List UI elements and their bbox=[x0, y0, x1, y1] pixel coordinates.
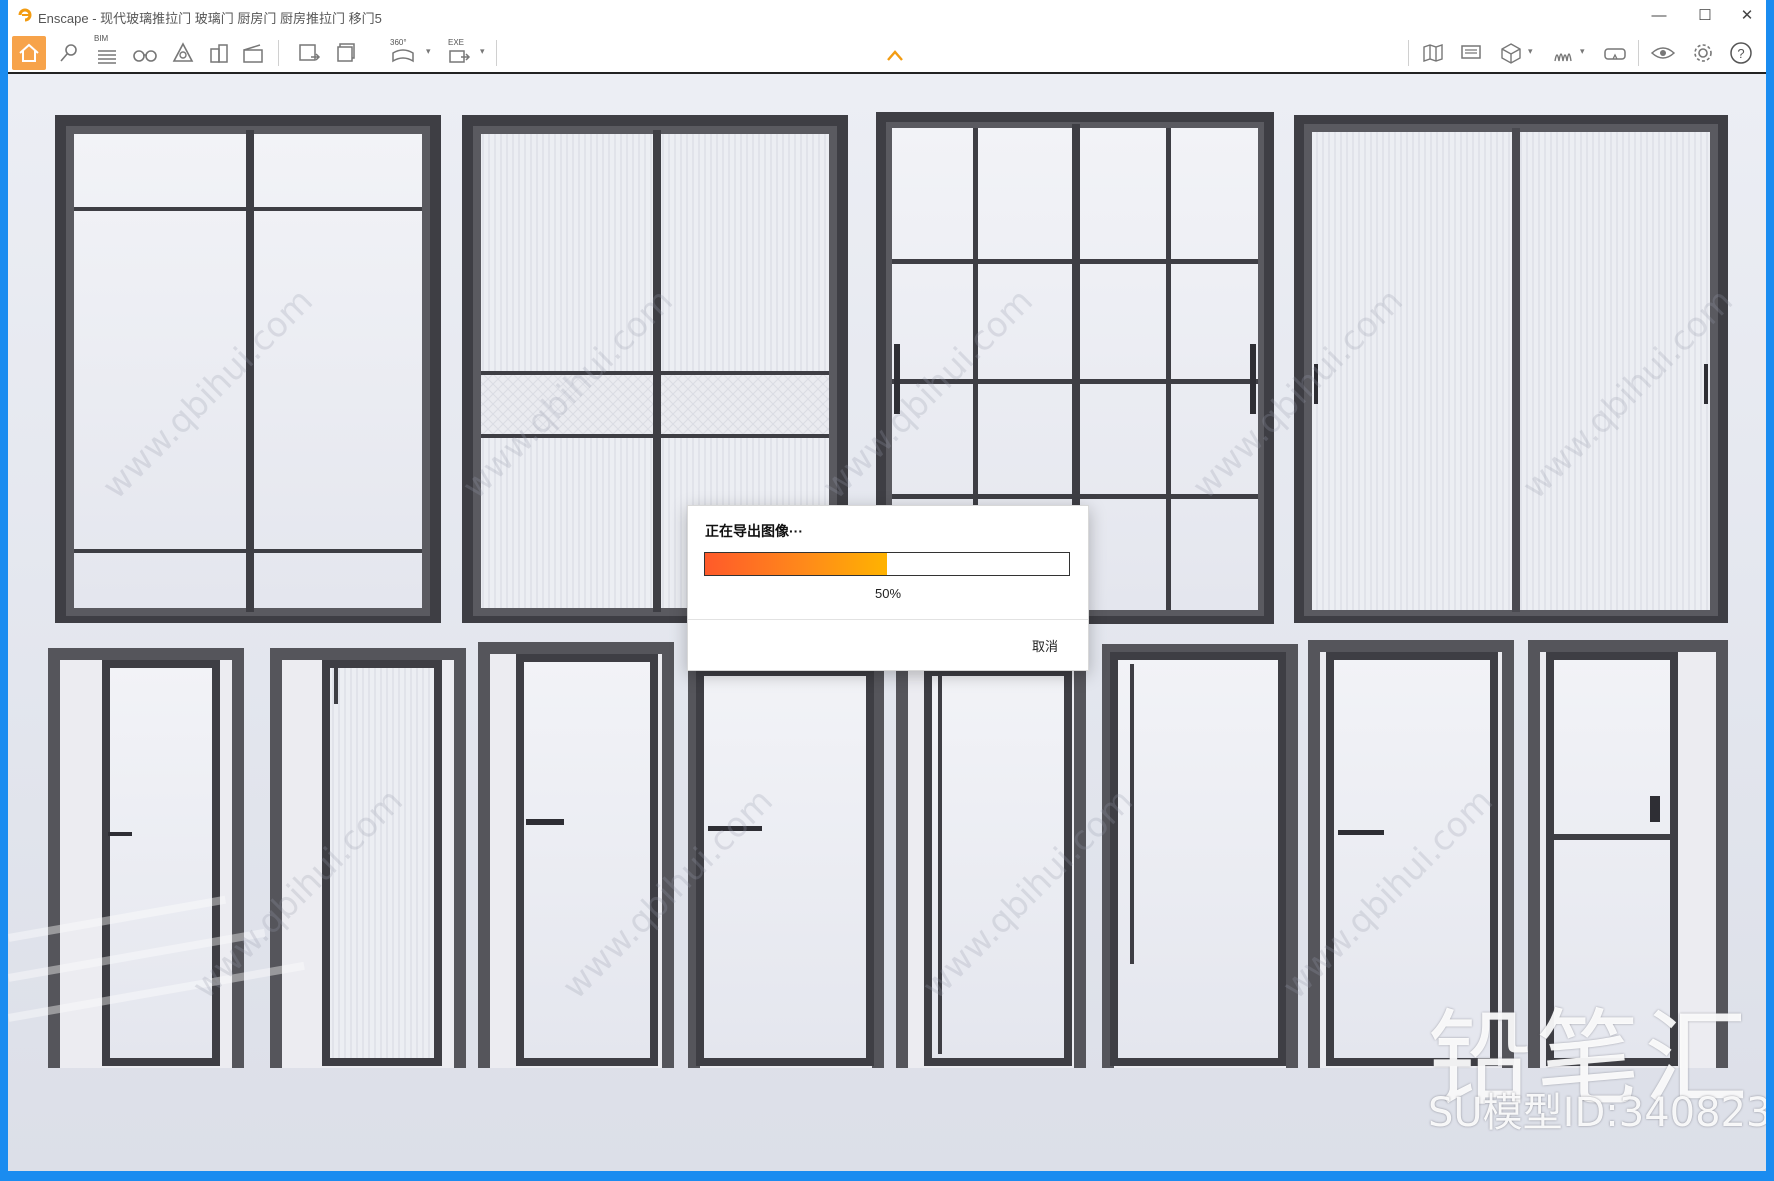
visual-settings-button[interactable] bbox=[1646, 36, 1680, 70]
gear-icon bbox=[1694, 44, 1712, 62]
dialog-divider bbox=[688, 619, 1088, 620]
batch-export-button[interactable] bbox=[330, 36, 364, 70]
dialog-title: 正在导出图像··· bbox=[705, 523, 803, 539]
clapperboard-icon bbox=[243, 44, 263, 63]
batch-export-icon bbox=[337, 43, 355, 62]
video-editor-button[interactable] bbox=[236, 36, 270, 70]
export-progress-bar bbox=[704, 552, 1070, 576]
swing-door-4 bbox=[688, 660, 884, 1068]
cube-icon bbox=[1501, 43, 1521, 64]
window-title: Enscape - 现代玻璃推拉门 玻璃门 厨房门 厨房推拉门 移门5 bbox=[38, 11, 382, 26]
views-button[interactable] bbox=[128, 36, 162, 70]
grass-dropdown-icon[interactable]: ▾ bbox=[1580, 46, 1585, 57]
progress-percent: 50% bbox=[874, 586, 902, 601]
swing-door-6 bbox=[1102, 644, 1298, 1068]
exe-export-icon bbox=[449, 50, 471, 63]
toolbar-separator bbox=[1408, 40, 1409, 66]
location-pin-icon bbox=[60, 44, 77, 62]
asset-library-button[interactable] bbox=[166, 36, 200, 70]
exe-export-button[interactable] bbox=[442, 36, 476, 70]
panorama-icon bbox=[392, 49, 414, 63]
bim-list-icon bbox=[98, 50, 116, 64]
toolbar-separator bbox=[278, 40, 279, 66]
toolbar-separator bbox=[496, 40, 497, 66]
grass-icon bbox=[1554, 53, 1572, 62]
help-label: ? bbox=[1737, 46, 1744, 61]
sliding-door-1 bbox=[55, 115, 441, 623]
progress-fill bbox=[705, 553, 887, 575]
material-editor-button[interactable] bbox=[202, 36, 236, 70]
settings-button[interactable] bbox=[1686, 36, 1720, 70]
sliding-door-4 bbox=[1294, 115, 1728, 623]
uploads-button[interactable] bbox=[1454, 36, 1488, 70]
exe-dropdown-icon[interactable]: ▾ bbox=[480, 46, 485, 57]
swing-door-2 bbox=[270, 648, 466, 1068]
map-button[interactable] bbox=[1416, 36, 1450, 70]
bim-button[interactable] bbox=[90, 36, 124, 70]
map-icon bbox=[1423, 44, 1443, 62]
eye-icon bbox=[1650, 47, 1676, 59]
view-mode-dropdown-icon[interactable]: ▾ bbox=[1528, 46, 1533, 57]
cancel-button[interactable]: 取消 bbox=[1032, 636, 1058, 655]
maximize-button[interactable]: ☐ bbox=[1682, 2, 1728, 30]
asset-library-icon bbox=[172, 42, 194, 62]
monitor-icon bbox=[1461, 45, 1481, 59]
vr-headset-icon bbox=[1604, 48, 1626, 60]
model-id-watermark: SU模型ID:340823 bbox=[1428, 1090, 1766, 1136]
map-pin-button[interactable] bbox=[52, 36, 86, 70]
image-export-icon bbox=[299, 44, 321, 61]
home-button[interactable] bbox=[12, 36, 46, 70]
screenshot-export-button[interactable] bbox=[292, 36, 326, 70]
buildings-icon bbox=[210, 44, 228, 63]
enscape-logo-icon bbox=[18, 8, 32, 22]
export-progress-dialog: 正在导出图像··· 50% 取消 bbox=[687, 505, 1089, 671]
collapse-toolbar-arrow-icon[interactable] bbox=[886, 48, 904, 62]
minimize-button[interactable]: — bbox=[1636, 2, 1682, 30]
enscape-toolbar: BIM 360° ▾ EXE ▾ ▾ ▾ ? bbox=[8, 32, 1766, 74]
close-button[interactable]: ✕ bbox=[1724, 2, 1770, 30]
toolbar-separator bbox=[1638, 40, 1639, 66]
title-bar: Enscape - 现代玻璃推拉门 玻璃门 厨房门 厨房推拉门 移门5 — ☐ … bbox=[8, 0, 1766, 32]
panorama-dropdown-icon[interactable]: ▾ bbox=[426, 46, 431, 57]
help-button[interactable]: ? bbox=[1724, 36, 1758, 70]
enscape-window: Enscape - 现代玻璃推拉门 玻璃门 厨房门 厨房推拉门 移门5 — ☐ … bbox=[0, 0, 1774, 1181]
home-icon bbox=[19, 43, 39, 62]
grass-button[interactable] bbox=[1546, 36, 1580, 70]
vr-headset-button[interactable] bbox=[1598, 36, 1632, 70]
view-mode-button[interactable] bbox=[1494, 36, 1528, 70]
help-icon: ? bbox=[1730, 42, 1752, 64]
binoculars-icon bbox=[133, 50, 157, 62]
swing-door-5 bbox=[896, 660, 1086, 1068]
swing-door-3 bbox=[478, 642, 674, 1068]
panorama-button[interactable] bbox=[386, 36, 420, 70]
